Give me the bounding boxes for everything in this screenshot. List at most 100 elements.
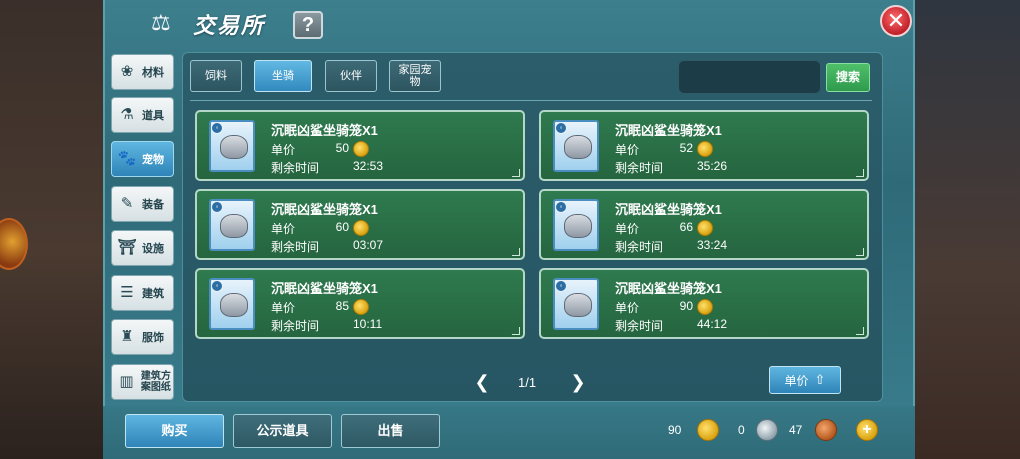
gold-coin-icon [697, 419, 719, 441]
item-name: 沉眠凶鲨坐骑笼X1 [615, 123, 722, 138]
sell-button[interactable]: 出售 [341, 414, 440, 448]
sort-arrow-icon: ⇧ [814, 372, 826, 387]
search-button[interactable]: 搜索 [826, 63, 870, 92]
time-value: 03:07 [353, 238, 384, 252]
price-label: 单价 [615, 301, 640, 315]
nav-item-label: 建筑 [142, 288, 164, 300]
listing-card[interactable]: ◦ 沉眠凶鲨坐骑笼X1 单价 52 剩余时间 35:26 [539, 110, 869, 181]
silver-amount: 0 [738, 423, 745, 437]
info-badge-icon: ◦ [211, 280, 223, 292]
buy-button[interactable]: 购买 [125, 414, 224, 448]
nav-item-buildings[interactable]: ☰ 建筑 [111, 275, 174, 311]
price-label: 单价 [271, 222, 296, 236]
nav-item-props[interactable]: ⚗ 道具 [111, 97, 174, 133]
bronze-coin-icon [815, 419, 837, 441]
gold-coin-icon [697, 141, 713, 157]
gold-coin-icon [697, 220, 713, 236]
nav-item-label: 装备 [142, 199, 164, 211]
item-name: 沉眠凶鲨坐骑笼X1 [271, 202, 378, 217]
price-label: 单价 [615, 222, 640, 236]
time-label: 剩余时间 [615, 319, 664, 333]
listing-card[interactable]: ◦ 沉眠凶鲨坐骑笼X1 单价 90 剩余时间 44:12 [539, 268, 869, 339]
public-items-button[interactable]: 公示道具 [233, 414, 332, 448]
time-label: 剩余时间 [271, 240, 320, 254]
item-name: 沉眠凶鲨坐骑笼X1 [271, 123, 378, 138]
gold-amount: 90 [668, 423, 682, 437]
time-value: 44:12 [697, 317, 728, 331]
time-value: 35:26 [697, 159, 728, 173]
info-badge-icon: ◦ [211, 201, 223, 213]
armor-icon: ✎ [120, 195, 134, 212]
nav-item-equipment[interactable]: ✎ 装备 [111, 186, 174, 222]
nav-item-pets[interactable]: 🐾 宠物 [111, 141, 174, 177]
close-button[interactable]: ✕ [880, 5, 912, 37]
info-badge-icon: ◦ [555, 201, 567, 213]
price-label: 单价 [615, 143, 640, 157]
listing-card[interactable]: ◦ 沉眠凶鲨坐骑笼X1 单价 85 剩余时间 10:11 [195, 268, 525, 339]
search-input[interactable] [678, 60, 821, 94]
silver-coin-icon [756, 419, 778, 441]
corner-icon [856, 327, 864, 335]
tab-mounts[interactable]: 坐骑 [254, 60, 312, 92]
price-value: 52 [679, 141, 693, 155]
title-bar: ⚖ 交易所 ? [103, 0, 915, 48]
corner-icon [512, 327, 520, 335]
gold-coin-icon [353, 141, 369, 157]
facility-icon: ⛩ [117, 239, 137, 256]
price-value: 66 [679, 220, 693, 234]
time-label: 剩余时间 [271, 161, 320, 175]
nav-item-facilities[interactable]: ⛩ 设施 [111, 230, 174, 266]
listing-card[interactable]: ◦ 沉眠凶鲨坐骑笼X1 单价 50 剩余时间 32:53 [195, 110, 525, 181]
nav-item-label: 服饰 [142, 332, 164, 344]
divider [190, 100, 872, 101]
tab-feed[interactable]: 饲料 [190, 60, 242, 92]
time-value: 10:11 [353, 317, 383, 331]
next-page-icon[interactable]: ❯ [568, 372, 588, 392]
add-currency-button[interactable]: + [856, 419, 878, 441]
gold-coin-icon [353, 299, 369, 315]
item-name: 沉眠凶鲨坐骑笼X1 [271, 281, 378, 296]
nav-item-materials[interactable]: ❀ 材料 [111, 54, 174, 90]
info-badge-icon: ◦ [555, 122, 567, 134]
page-indicator: 1/1 [518, 375, 537, 390]
window-title: 交易所 [193, 13, 266, 38]
info-badge-icon: ◦ [211, 122, 223, 134]
corner-icon [856, 248, 864, 256]
price-value: 50 [335, 141, 349, 155]
time-label: 剩余时间 [271, 319, 320, 333]
nav-item-label: 材料 [142, 67, 164, 79]
nav-item-clothing[interactable]: ♜ 服饰 [111, 319, 174, 355]
paw-icon: 🐾 [117, 150, 137, 167]
time-value: 33:24 [697, 238, 728, 252]
materials-icon: ❀ [120, 63, 134, 80]
help-button[interactable]: ? [293, 11, 323, 39]
item-name: 沉眠凶鲨坐骑笼X1 [615, 281, 722, 296]
nav-item-blueprints[interactable]: ▥ 建筑方案图纸 [111, 364, 174, 400]
scale-icon: ⚖ [151, 10, 171, 35]
nav-item-label: 道具 [142, 110, 164, 122]
gold-coin-icon [353, 220, 369, 236]
tab-partners[interactable]: 伙伴 [325, 60, 377, 92]
blueprint-icon: ▥ [119, 373, 134, 390]
flask-icon: ⚗ [120, 106, 134, 123]
listing-card[interactable]: ◦ 沉眠凶鲨坐骑笼X1 单价 66 剩余时间 33:24 [539, 189, 869, 260]
price-value: 60 [335, 220, 349, 234]
building-icon: ☰ [120, 284, 134, 301]
sort-label: 单价 [784, 373, 809, 388]
corner-icon [856, 169, 864, 177]
sort-by-price-button[interactable]: 单价 ⇧ [769, 366, 841, 394]
nav-item-label: 宠物 [142, 154, 164, 166]
nav-item-label: 设施 [142, 243, 164, 255]
info-badge-icon: ◦ [555, 280, 567, 292]
tab-home-pets[interactable]: 家园宠物 [389, 60, 441, 92]
clothing-icon: ♜ [120, 328, 134, 345]
time-label: 剩余时间 [615, 161, 664, 175]
prev-page-icon[interactable]: ❮ [472, 372, 492, 392]
price-label: 单价 [271, 143, 296, 157]
background-right [900, 0, 1020, 459]
item-name: 沉眠凶鲨坐骑笼X1 [615, 202, 722, 217]
time-label: 剩余时间 [615, 240, 664, 254]
price-value: 90 [679, 299, 693, 313]
listing-card[interactable]: ◦ 沉眠凶鲨坐骑笼X1 单价 60 剩余时间 03:07 [195, 189, 525, 260]
gold-coin-icon [697, 299, 713, 315]
